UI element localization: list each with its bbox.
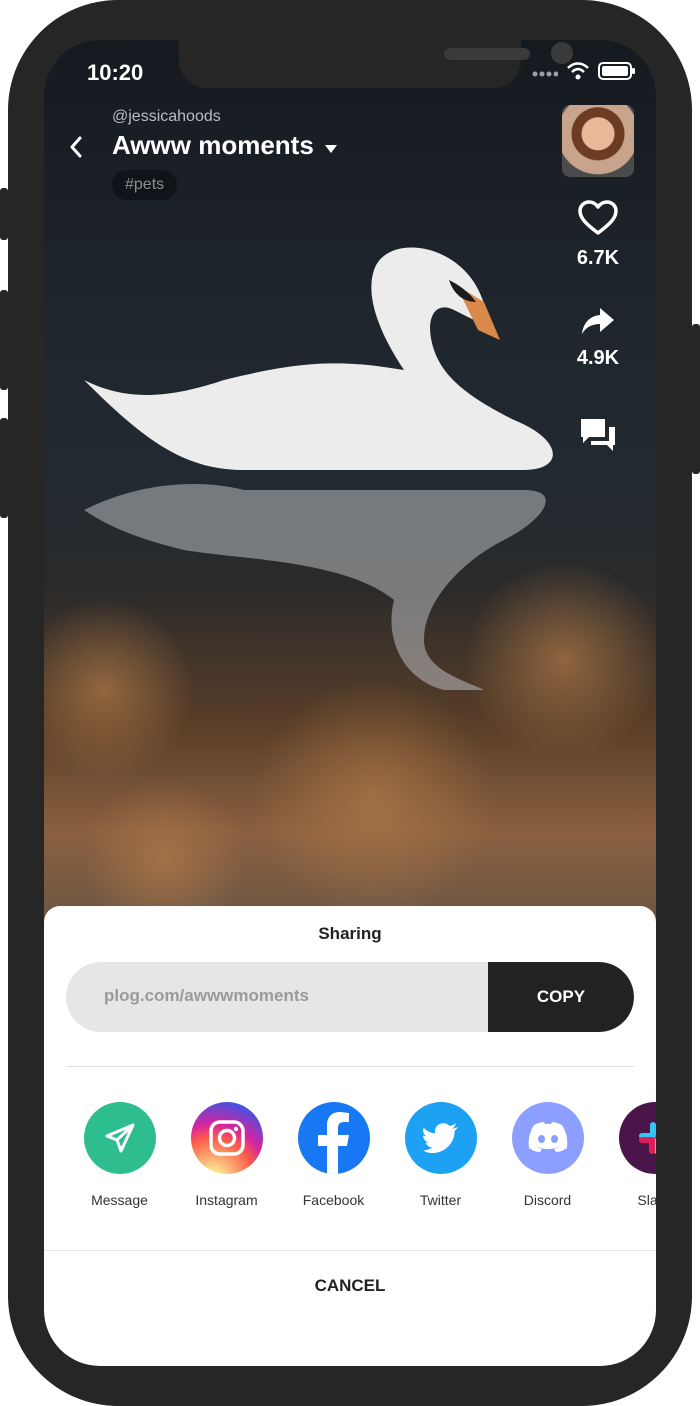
status-time: 10:20 (87, 60, 144, 85)
chevron-left-icon (66, 136, 86, 164)
post-username[interactable]: @jessicahoods (112, 108, 221, 126)
share-app-label: Message (91, 1192, 148, 1208)
mute-switch (0, 188, 8, 240)
share-sheet-title: Sharing (318, 924, 382, 943)
share-app-label: Discord (523, 1192, 572, 1208)
post-tag[interactable]: #pets (112, 170, 178, 200)
front-camera (551, 42, 573, 64)
share-apps-row: Message Instagram Facebook Twitter Disco… (66, 1102, 656, 1208)
heart-icon (578, 200, 618, 240)
share-app-facebook[interactable]: Facebook (280, 1102, 387, 1208)
share-url-text: plog.com/awwwmoments (104, 986, 309, 1005)
share-url-field[interactable]: plog.com/awwwmoments COPY (66, 962, 634, 1032)
share-app-twitter[interactable]: Twitter (387, 1102, 494, 1208)
share-app-label: Slack (637, 1192, 656, 1208)
discord-icon (511, 1102, 584, 1174)
copy-button[interactable]: COPY (488, 962, 634, 1032)
signal-icon (532, 65, 559, 83)
share-arrow-icon (580, 308, 616, 340)
like-count: 6.7K (576, 247, 620, 269)
back-button[interactable] (66, 134, 86, 165)
power-button (692, 324, 700, 474)
caret-down-icon (324, 130, 338, 161)
divider (66, 1066, 634, 1067)
share-count: 4.9K (576, 347, 620, 369)
notch (179, 40, 573, 88)
share-app-label: Twitter (419, 1192, 462, 1208)
post-title[interactable]: Awww moments (112, 130, 338, 161)
slack-icon (618, 1102, 656, 1174)
speaker (444, 48, 530, 60)
post-title-text: Awww moments (112, 130, 314, 160)
instagram-icon (190, 1102, 263, 1174)
volume-down-button (0, 418, 8, 518)
share-app-label: Instagram (195, 1192, 258, 1208)
avatar[interactable] (562, 105, 634, 177)
volume-up-button (0, 290, 8, 390)
screen: 10:20 @jessicahoods Awww moments #pets 6… (44, 40, 656, 1366)
chat-bubbles-icon (578, 419, 618, 458)
like-button[interactable]: 6.7K (562, 200, 634, 270)
share-button[interactable]: 4.9K (562, 306, 634, 370)
comments-button[interactable] (562, 416, 634, 459)
facebook-icon (297, 1102, 370, 1174)
send-icon (83, 1102, 156, 1174)
share-app-instagram[interactable]: Instagram (173, 1102, 280, 1208)
share-app-discord[interactable]: Discord (494, 1102, 601, 1208)
wifi-icon (566, 62, 590, 85)
share-app-label: Facebook (302, 1192, 365, 1208)
twitter-icon (404, 1102, 477, 1174)
cancel-button[interactable]: CANCEL (44, 1276, 656, 1296)
divider (44, 1250, 656, 1251)
share-app-slack[interactable]: Slack (601, 1102, 656, 1208)
share-sheet: Sharing plog.com/awwwmoments COPY Messag… (44, 906, 656, 1366)
status-icons (532, 62, 636, 85)
battery-icon (598, 62, 636, 85)
share-app-message[interactable]: Message (66, 1102, 173, 1208)
